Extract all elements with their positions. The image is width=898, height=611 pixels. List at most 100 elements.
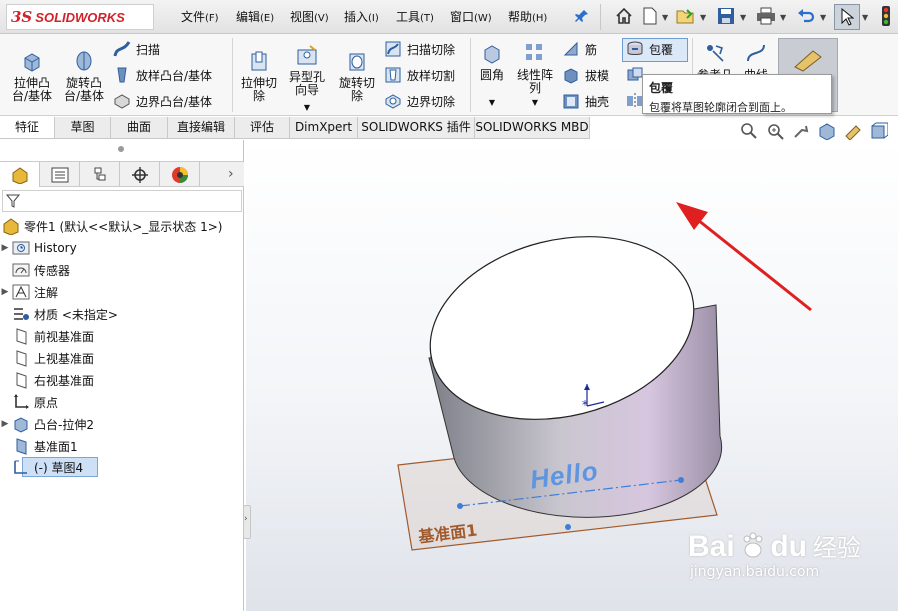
sweep-icon: [113, 41, 131, 57]
featuremanager-icon: [12, 166, 27, 184]
sensor-icon: [12, 263, 30, 277]
boundary-boss-icon: [114, 94, 130, 109]
linear-pattern-button[interactable]: 线性阵 列 ▼: [512, 42, 558, 109]
revolve-cut-icon: [349, 53, 365, 71]
print-icon[interactable]: [756, 6, 776, 26]
boundary-cut-button[interactable]: 边界切除: [384, 92, 455, 110]
open-file-icon[interactable]: [676, 6, 696, 26]
manager-tabs: ›: [0, 161, 244, 187]
tab-displaymanager[interactable]: [160, 162, 200, 187]
tab-dimxpert[interactable]: DimXpert: [290, 117, 358, 138]
menu-file[interactable]: 文件(F): [181, 8, 219, 25]
pattern-dropdown-icon[interactable]: ▼: [512, 96, 558, 109]
rib-icon: [563, 41, 578, 56]
tree-item-history[interactable]: ▶ History: [0, 237, 244, 259]
tree-item-material[interactable]: 材质 <未指定>: [0, 303, 244, 325]
save-icon[interactable]: [716, 6, 736, 26]
tree-item-origin[interactable]: 原点: [0, 391, 244, 413]
tree-item-boss-extrude2[interactable]: ▶ 凸台-拉伸2: [0, 413, 244, 435]
menu-edit[interactable]: 编辑(E): [236, 8, 274, 25]
rib-button[interactable]: 筋: [562, 40, 597, 58]
tree-item-annotations[interactable]: ▶ 注解: [0, 281, 244, 303]
expand-arrow-icon[interactable]: ▶: [0, 287, 10, 297]
menu-view[interactable]: 视图(V): [290, 8, 329, 25]
tab-dimxpertmanager[interactable]: [120, 162, 160, 187]
fillet-label: 圆角: [479, 68, 504, 82]
fillet-dropdown-icon[interactable]: ▼: [474, 96, 510, 109]
tab-mbd[interactable]: SOLIDWORKS MBD: [475, 117, 590, 138]
loft-cut-icon: [385, 67, 401, 83]
menu-insert[interactable]: 插入(I): [344, 8, 379, 25]
revolve-boss-icon: [76, 51, 92, 71]
undo-icon[interactable]: [796, 6, 816, 26]
hole-wizard-button[interactable]: 异型孔 向导 ▼: [284, 44, 330, 114]
tree-item-right-plane[interactable]: 右视基准面: [0, 369, 244, 391]
tab-direct-editing[interactable]: 直接编辑: [168, 117, 235, 138]
tab-addins[interactable]: SOLIDWORKS 插件: [358, 117, 475, 138]
plane-feature-icon: [16, 438, 27, 455]
menu-help[interactable]: 帮助(H): [508, 8, 547, 25]
propertymanager-icon: [51, 167, 68, 182]
tab-propertymanager[interactable]: [40, 162, 80, 187]
section-view-icon[interactable]: [818, 122, 836, 140]
title-bar: 3S SOLIDWORKS 文件(F) 编辑(E) 视图(V) 插入(I) 工具…: [0, 0, 898, 34]
tab-sketch[interactable]: 草图: [55, 117, 111, 138]
fillet-icon: [484, 45, 500, 64]
menu-tools[interactable]: 工具(T): [396, 8, 434, 25]
shell-button[interactable]: 抽壳: [562, 92, 609, 110]
tab-evaluate[interactable]: 评估: [235, 117, 290, 138]
tree-item-plane1[interactable]: 基准面1: [0, 435, 244, 457]
sweep-button[interactable]: 扫描: [113, 40, 160, 58]
tree-item-front-plane[interactable]: 前视基准面: [0, 325, 244, 347]
tabs-scroll-right-icon[interactable]: ›: [228, 166, 234, 182]
revolve-boss-button[interactable]: 旋转凸 台/基体: [60, 50, 108, 103]
loft-boss-button[interactable]: 放样凸台/基体: [113, 66, 212, 84]
red-pointer-arrow: [676, 202, 812, 312]
wrap-button[interactable]: 包覆: [626, 40, 673, 58]
menu-window[interactable]: 窗口(W): [450, 8, 492, 25]
view-orientation-icon[interactable]: [844, 122, 862, 140]
expand-arrow-icon[interactable]: ▶: [0, 243, 10, 253]
previous-view-icon[interactable]: [792, 122, 810, 140]
panel-collapse-handle[interactable]: ›: [243, 505, 251, 539]
traffic-light-icon[interactable]: [876, 6, 896, 26]
tab-configurationmanager[interactable]: [80, 162, 120, 187]
panel-grip-icon[interactable]: [118, 146, 124, 152]
loft-cut-button[interactable]: 放样切割: [384, 66, 455, 84]
extrude-cut-icon: [251, 51, 267, 71]
home-icon[interactable]: [614, 6, 634, 26]
new-file-icon[interactable]: [640, 6, 660, 26]
extrude-boss-button[interactable]: 拉伸凸 台/基体: [8, 50, 56, 103]
tab-surfaces[interactable]: 曲面: [111, 117, 168, 138]
expand-arrow-icon[interactable]: ▶: [0, 419, 10, 429]
pin-icon[interactable]: [572, 6, 592, 26]
revolve-cut-button[interactable]: 旋转切 除: [334, 50, 380, 103]
hole-wizard-dropdown-icon[interactable]: ▼: [284, 101, 330, 114]
baidu-paw-icon: [743, 532, 763, 558]
graphics-area[interactable]: * Hello 基准面1 Bai du 经验 jingyan.baidu.com: [246, 140, 898, 611]
display-style-icon[interactable]: [870, 122, 888, 140]
wrap-icon: [627, 41, 643, 55]
extrude-cut-button[interactable]: 拉伸切 除: [236, 50, 282, 103]
tree-item-top-plane[interactable]: 上视基准面: [0, 347, 244, 369]
app-logo[interactable]: 3S SOLIDWORKS: [6, 4, 154, 30]
zoom-fit-icon[interactable]: [740, 122, 758, 140]
select-arrow-icon: [837, 7, 857, 27]
material-icon: [14, 308, 29, 320]
tree-item-sensors[interactable]: 传感器: [0, 259, 244, 281]
sweep-cut-button[interactable]: 扫描切除: [384, 40, 455, 58]
part-icon: [3, 218, 19, 235]
logo-text: SOLIDWORKS: [35, 9, 125, 25]
fillet-button[interactable]: 圆角 ▼: [474, 42, 510, 109]
tree-root-part[interactable]: 零件1 (默认<<默认>_显示状态 1>): [0, 215, 244, 237]
draft-button[interactable]: 拔模: [562, 66, 609, 84]
tree-filter[interactable]: [2, 190, 242, 212]
command-tabs: 特征 草图 曲面 直接编辑 评估 DimXpert SOLIDWORKS 插件 …: [0, 117, 590, 139]
dimxpert-crosshair-icon: [131, 166, 148, 183]
tab-featuremanager[interactable]: [0, 162, 40, 187]
tree-item-sketch4[interactable]: (-) 草图4: [0, 456, 244, 478]
tab-features[interactable]: 特征: [0, 117, 55, 138]
boundary-boss-button[interactable]: 边界凸台/基体: [113, 92, 212, 110]
filter-icon: [6, 194, 20, 208]
zoom-area-icon[interactable]: [766, 122, 784, 140]
